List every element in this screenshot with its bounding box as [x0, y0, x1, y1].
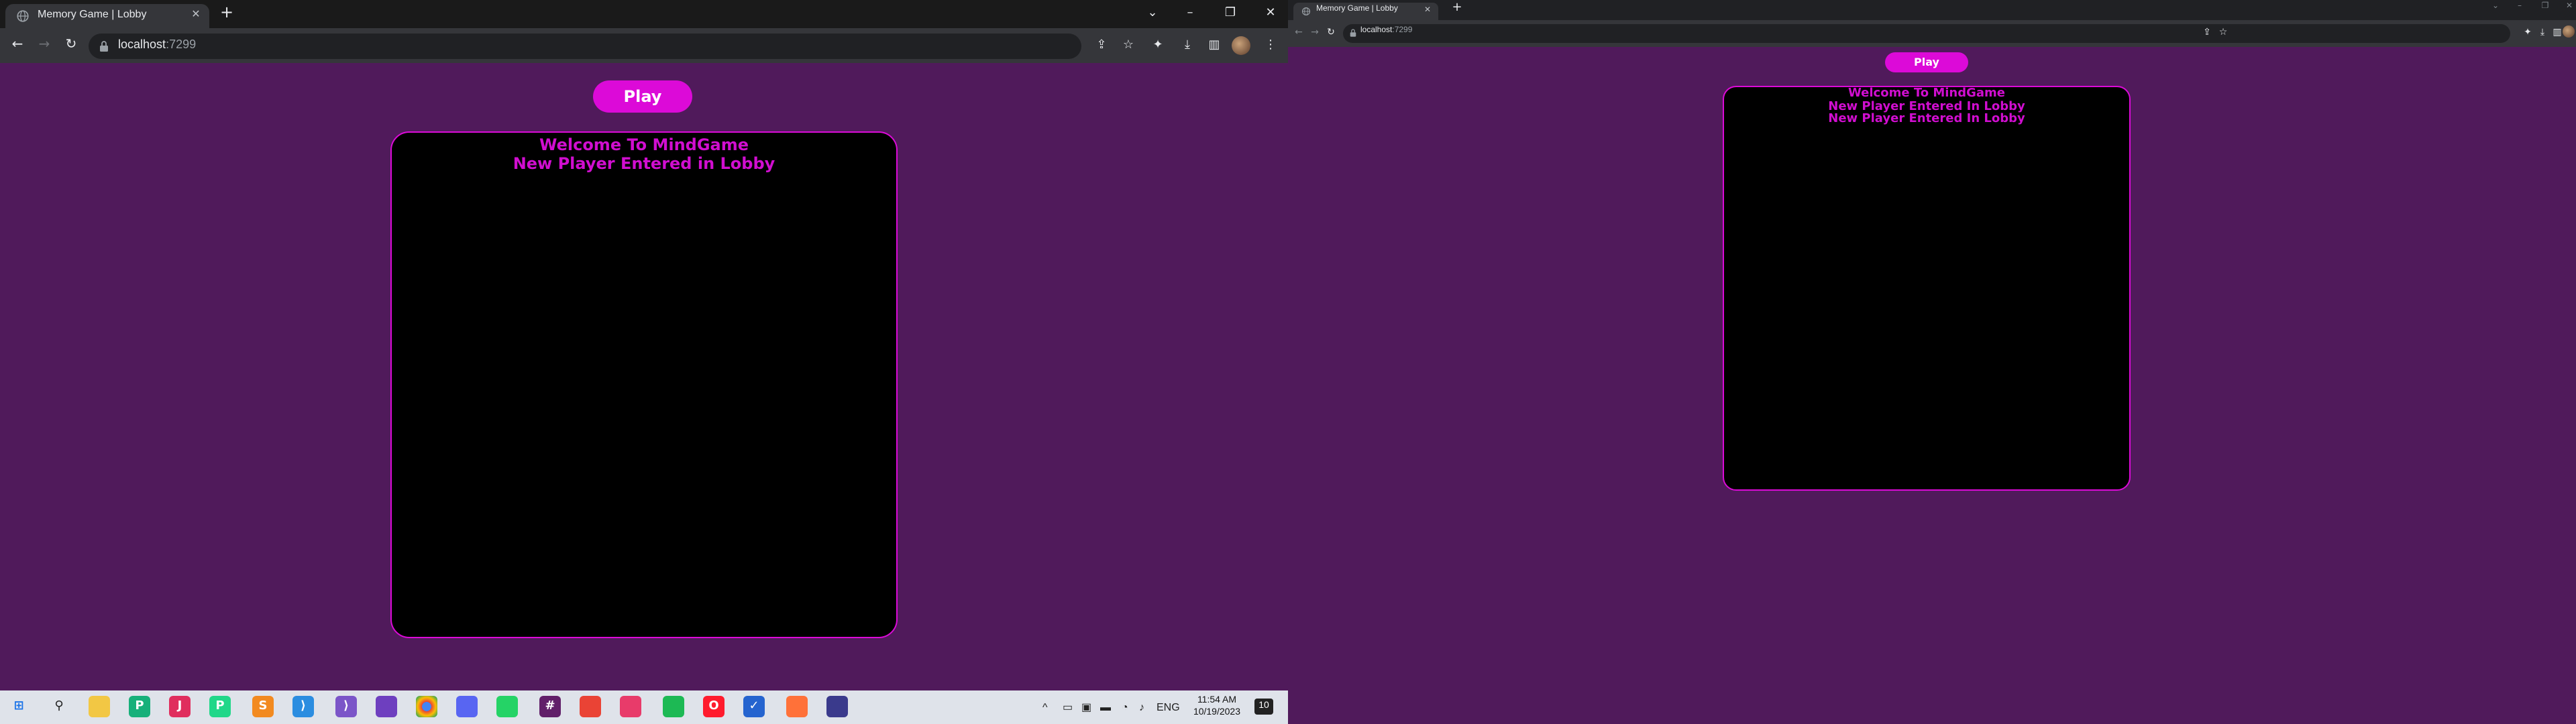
- language-indicator[interactable]: ENG: [1157, 701, 1180, 713]
- left-monitor: Memory Game | Lobby ✕ + ⌄ – ❐ ✕ ← → ↻ lo…: [0, 0, 1288, 724]
- lobby-message: Welcome To MindGame: [539, 135, 749, 154]
- lobby-message: New Player Entered in Lobby: [513, 154, 775, 173]
- lock-icon: [1350, 29, 1356, 37]
- reload-icon[interactable]: ↻: [62, 36, 80, 55]
- windows-taskbar: ⊞ ⚲ P J P S ⟩ ⟩ # O ✓ ^ ▭ ▣ ▬ ◔ ♪ ENG 11:54 AM 1…: [0, 690, 1288, 724]
- plus-icon[interactable]: +: [219, 4, 235, 20]
- play-button[interactable]: Play: [593, 80, 692, 113]
- tray-icon[interactable]: ▭: [1063, 701, 1073, 713]
- browser-tab[interactable]: Memory Game | Lobby ✕: [1293, 3, 1438, 20]
- avatar[interactable]: [2563, 25, 2575, 38]
- url-port: :7299: [1392, 27, 1413, 35]
- puzzle-icon[interactable]: ✦: [2521, 25, 2534, 39]
- side-panel-icon[interactable]: ▥: [2551, 25, 2564, 39]
- share-icon[interactable]: ⇪: [1092, 36, 1111, 55]
- url-text: localhost:7299: [1360, 27, 1412, 35]
- address-bar[interactable]: localhost:7299 ⇪ ☆: [1343, 24, 2510, 43]
- tray-icon[interactable]: ▣: [1081, 701, 1091, 713]
- volume-icon[interactable]: ♪: [1139, 701, 1144, 713]
- browser-toolbar: ← → ↻ localhost:7299 ⇪ ☆ ✦ ⤓ ▥ ⋮: [0, 28, 1288, 63]
- chevron-up-icon[interactable]: ^: [1042, 701, 1048, 713]
- battery-icon[interactable]: ▬: [1100, 701, 1111, 713]
- close-icon[interactable]: ✕: [189, 7, 203, 23]
- tab-title: Memory Game | Lobby: [1316, 5, 1398, 13]
- browser-tab-strip: Memory Game | Lobby ✕ + ⌄ – ❐ ✕: [0, 0, 1288, 28]
- url-text: localhost:7299: [118, 38, 196, 51]
- lobby-page: Play Welcome To MindGame New Player Ente…: [1288, 47, 2576, 724]
- reload-icon[interactable]: ↻: [1324, 25, 1338, 39]
- notification-badge[interactable]: 10: [1254, 699, 1273, 715]
- lobby-page: Play Welcome To MindGame New Player Ente…: [0, 63, 1288, 690]
- side-panel-icon[interactable]: ▥: [1205, 36, 1224, 55]
- clock[interactable]: 11:54 AM 10/19/2023: [1189, 695, 1245, 719]
- lobby-panel: Welcome To MindGame New Player Entered i…: [390, 131, 898, 638]
- url-host: localhost: [1360, 27, 1393, 35]
- restore-icon[interactable]: ❐: [2538, 0, 2552, 13]
- puzzle-icon[interactable]: ✦: [1148, 36, 1167, 55]
- star-icon[interactable]: ☆: [2216, 25, 2230, 39]
- wifi-icon[interactable]: ◔: [1122, 701, 1128, 713]
- right-monitor: Memory Game | Lobby ✕ + ⌄ – ❐ ✕ ← → ↻ lo…: [1288, 0, 2576, 724]
- minimize-icon[interactable]: –: [2513, 0, 2526, 13]
- forward-arrow-icon[interactable]: →: [35, 36, 54, 55]
- window-close-icon[interactable]: ✕: [2563, 0, 2576, 13]
- browser-tab-strip: Memory Game | Lobby ✕ + ⌄ – ❐ ✕: [1288, 0, 2576, 20]
- restore-icon[interactable]: ❐: [1220, 3, 1241, 24]
- kebab-menu-icon[interactable]: ⋮: [1261, 36, 1280, 55]
- lobby-message: New Player Entered In Lobby: [1828, 113, 2025, 126]
- plus-icon[interactable]: +: [1450, 1, 1464, 15]
- address-bar[interactable]: localhost:7299: [89, 34, 1081, 59]
- clock-date: 10/19/2023: [1193, 708, 1241, 717]
- play-button[interactable]: Play: [1885, 52, 1968, 72]
- globe-icon: [1301, 7, 1311, 16]
- share-icon[interactable]: ⇪: [2200, 25, 2214, 39]
- tab-title: Memory Game | Lobby: [38, 8, 147, 20]
- clock-time: 11:54 AM: [1197, 696, 1237, 705]
- download-icon[interactable]: ⤓: [1178, 36, 1197, 55]
- avatar[interactable]: [1232, 36, 1250, 55]
- browser-toolbar: ← → ↻ localhost:7299 ⇪ ☆ ✦ ⤓ ▥: [1288, 20, 2576, 47]
- back-arrow-icon[interactable]: ←: [8, 36, 27, 55]
- system-tray: ^ ▭ ▣ ▬ ◔ ♪ ENG 11:54 AM 10/19/2023 10: [0, 690, 1288, 724]
- download-icon[interactable]: ⤓: [2536, 25, 2549, 39]
- forward-arrow-icon[interactable]: →: [1308, 25, 1322, 39]
- lobby-panel: Welcome To MindGame New Player Entered I…: [1723, 86, 2131, 491]
- url-port: :7299: [166, 38, 197, 51]
- minimize-icon[interactable]: –: [1179, 3, 1201, 24]
- lobby-message: Welcome To MindGame: [1847, 87, 2006, 101]
- window-close-icon[interactable]: ✕: [1260, 3, 1281, 24]
- globe-icon: [17, 10, 29, 22]
- lock-icon: [100, 41, 108, 52]
- back-arrow-icon[interactable]: ←: [1292, 25, 1305, 39]
- close-icon[interactable]: ✕: [1422, 4, 1433, 17]
- chevron-down-icon[interactable]: ⌄: [1142, 3, 1163, 24]
- url-host: localhost: [118, 38, 166, 51]
- browser-tab[interactable]: Memory Game | Lobby ✕: [5, 4, 209, 28]
- star-icon[interactable]: ☆: [1119, 36, 1138, 55]
- chevron-down-icon[interactable]: ⌄: [2489, 0, 2502, 13]
